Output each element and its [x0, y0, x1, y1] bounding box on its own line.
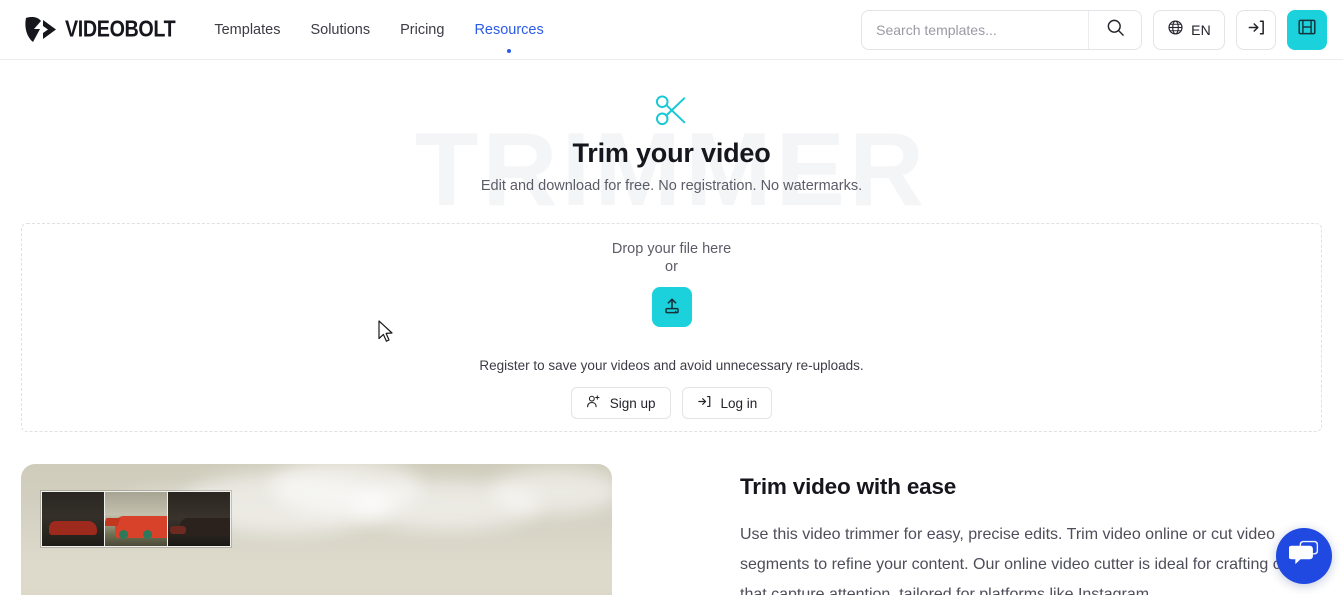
- globe-icon: [1167, 19, 1184, 41]
- chat-widget-button[interactable]: [1276, 528, 1332, 584]
- logo-text: VIDEOBOLT: [65, 16, 176, 42]
- my-videos-button[interactable]: [1287, 9, 1327, 50]
- videobolt-logo-icon: [24, 15, 58, 45]
- site-header: VIDEOBOLT Templates Solutions Pricing Re…: [0, 0, 1343, 60]
- nav-label: Pricing: [400, 21, 445, 38]
- page-root: VIDEOBOLT Templates Solutions Pricing Re…: [0, 0, 1343, 595]
- user-plus-icon: [586, 394, 601, 412]
- register-note: Register to save your videos and avoid u…: [479, 358, 864, 374]
- sign-up-button[interactable]: Sign up: [570, 387, 671, 420]
- login-button[interactable]: [1236, 9, 1276, 50]
- filmstrip-frame: [167, 492, 230, 547]
- language-selector[interactable]: EN: [1153, 9, 1225, 50]
- search-button[interactable]: [1088, 10, 1142, 49]
- preview-filmstrip: [41, 491, 231, 548]
- feature-section: Trim video with ease Use this video trim…: [0, 464, 1343, 595]
- file-dropzone[interactable]: Drop your file here or Register to save …: [21, 223, 1322, 433]
- log-in-label: Log in: [720, 395, 758, 411]
- search-input[interactable]: [862, 21, 1089, 38]
- filmstrip-frame: [42, 492, 104, 547]
- log-in-button[interactable]: Log in: [681, 387, 773, 420]
- logo[interactable]: VIDEOBOLT: [24, 15, 182, 45]
- language-label: EN: [1191, 21, 1211, 38]
- page-subtitle: Edit and download for free. No registrat…: [480, 178, 863, 195]
- login-arrow-icon: [1247, 18, 1266, 42]
- filmstrip-frame: [104, 492, 167, 547]
- auth-buttons: Sign up Log in: [570, 387, 773, 420]
- feature-body: Use this video trimmer for easy, precise…: [740, 526, 1305, 595]
- search-icon: [1106, 18, 1125, 42]
- nav-label: Solutions: [310, 21, 371, 38]
- nav-item-solutions[interactable]: Solutions: [310, 18, 370, 42]
- nav-item-resources[interactable]: Resources: [474, 18, 544, 53]
- header-actions: EN: [861, 9, 1327, 50]
- nav-item-pricing[interactable]: Pricing: [400, 18, 444, 42]
- nav-item-templates[interactable]: Templates: [214, 18, 280, 42]
- login-arrow-icon: [697, 394, 712, 412]
- feature-title: Trim video with ease: [740, 474, 957, 500]
- hero-section: TRIMMER Trim your video Edit and downloa…: [0, 60, 1343, 222]
- feature-text-column: Trim video with ease Use this video trim…: [612, 464, 1322, 595]
- search-box[interactable]: [861, 9, 1143, 50]
- upload-file-button[interactable]: [651, 287, 692, 328]
- upload-icon: [662, 296, 682, 319]
- chat-bubbles-icon: [1287, 539, 1320, 573]
- page-title: Trim your video: [572, 138, 771, 168]
- nav-label: Templates: [214, 21, 281, 38]
- dropzone-primary-text: Drop your file here: [611, 241, 732, 258]
- film-strip-icon: [1297, 17, 1317, 42]
- nav-label: Resources: [474, 21, 544, 38]
- active-nav-dot: [507, 48, 512, 53]
- main-nav: Templates Solutions Pricing Resources: [214, 18, 544, 53]
- sign-up-label: Sign up: [609, 395, 656, 411]
- video-preview[interactable]: [21, 464, 612, 595]
- scissors-icon: [0, 90, 1343, 131]
- dropzone-or-text: or: [665, 259, 678, 276]
